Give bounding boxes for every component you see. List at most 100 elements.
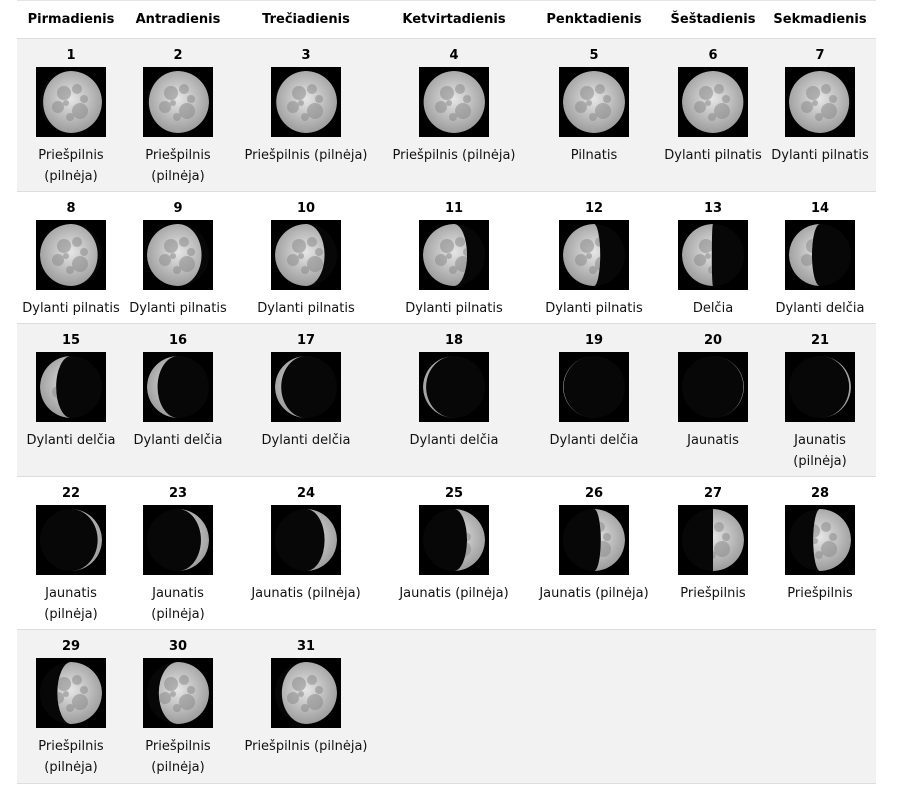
day-number: 13: [703, 201, 723, 216]
phase-label: Jaunatis (pilnėja): [793, 433, 847, 469]
day-cell: 22 Jaunatis (pilnėja): [17, 477, 125, 630]
moon-phase-image: [271, 352, 341, 422]
day-cell: 2 Priešpilnis (pilnėja): [124, 39, 232, 192]
moon-phase-image: [143, 220, 213, 290]
day-number: 29: [61, 639, 81, 654]
moon-phase-image: [559, 505, 629, 575]
day-cell: 6 Dylanti pilnatis: [661, 39, 765, 192]
day-cell: 19 Dylanti delčia: [527, 324, 661, 477]
weekday-header-row: Pirmadienis Antradienis Trečiadienis Ket…: [17, 0, 876, 39]
phase-label: Dylanti pilnatis: [129, 301, 227, 316]
moon-phase-image: [678, 352, 748, 422]
moon-phase-image: [36, 67, 106, 137]
weekday-header-tue: Antradienis: [135, 12, 221, 27]
day-cell: 30 Priešpilnis (pilnėja): [124, 630, 232, 783]
day-number: 16: [168, 333, 188, 348]
phase-label: Dylanti delčia: [409, 433, 499, 448]
day-number: 8: [66, 201, 76, 216]
day-number: 15: [61, 333, 81, 348]
moon-phase-image: [271, 67, 341, 137]
moon-phase-image: [36, 658, 106, 728]
day-cell: 18 Dylanti delčia: [381, 324, 527, 477]
day-number: 23: [168, 486, 188, 501]
phase-label: Priešpilnis (pilnėja): [244, 739, 368, 754]
day-cell: 31 Priešpilnis (pilnėja): [231, 630, 381, 783]
phase-label: Priešpilnis (pilnėja): [38, 148, 104, 184]
day-cell: 12 Dylanti pilnatis: [527, 192, 661, 324]
moon-phase-image: [559, 220, 629, 290]
phase-label: Dylanti pilnatis: [545, 301, 643, 316]
phase-label: Jaunatis (pilnėja): [539, 586, 649, 601]
day-number: 5: [589, 48, 599, 63]
moon-phase-image: [143, 658, 213, 728]
day-number: 24: [296, 486, 316, 501]
moon-phase-image: [678, 505, 748, 575]
day-number: 28: [810, 486, 830, 501]
moon-phase-image: [143, 505, 213, 575]
phase-label: Delčia: [692, 301, 734, 316]
moon-phase-image: [143, 352, 213, 422]
moon-phase-image: [419, 67, 489, 137]
day-cell: 7 Dylanti pilnatis: [766, 39, 874, 192]
weekday-header-sun: Sekmadienis: [773, 12, 867, 27]
calendar-week-row: 29 Priešpilnis (pilnėja) 30 Priešpilnis (pi…: [17, 629, 876, 784]
moon-phase-image: [559, 67, 629, 137]
phase-label: Dylanti pilnatis: [771, 148, 869, 163]
day-cell: 29 Priešpilnis (pilnėja): [17, 630, 125, 783]
day-number: 20: [703, 333, 723, 348]
phase-label: Jaunatis (pilnėja): [251, 586, 361, 601]
day-number: 10: [296, 201, 316, 216]
moon-phase-image: [785, 352, 855, 422]
day-number: 4: [449, 48, 459, 63]
moon-phase-image: [271, 220, 341, 290]
moon-phase-image: [36, 220, 106, 290]
calendar-week-row: 8 Dylanti pilnatis 9 Dylanti pilnatis 10 Dyla…: [17, 191, 876, 324]
day-number: 7: [815, 48, 825, 63]
day-cell: 5 Pilnatis: [527, 39, 661, 192]
phase-label: Priešpilnis (pilnėja): [145, 739, 211, 775]
day-number: 18: [444, 333, 464, 348]
day-cell: 16 Dylanti delčia: [124, 324, 232, 477]
day-cell: 14 Dylanti delčia: [766, 192, 874, 324]
moon-phase-image: [419, 505, 489, 575]
day-cell: 15 Dylanti delčia: [17, 324, 125, 477]
day-cell: 24 Jaunatis (pilnėja): [231, 477, 381, 630]
phase-label: Dylanti delčia: [133, 433, 223, 448]
phase-label: Priešpilnis: [680, 586, 746, 601]
moon-phase-image: [559, 352, 629, 422]
day-cell: 27 Priešpilnis: [661, 477, 765, 630]
day-cell: 9 Dylanti pilnatis: [124, 192, 232, 324]
moon-phase-image: [271, 658, 341, 728]
moon-phase-image: [785, 67, 855, 137]
day-cell: 10 Dylanti pilnatis: [231, 192, 381, 324]
day-number: 12: [584, 201, 604, 216]
phase-label: Dylanti pilnatis: [405, 301, 503, 316]
day-cell: 8 Dylanti pilnatis: [17, 192, 125, 324]
day-cell: 26 Jaunatis (pilnėja): [527, 477, 661, 630]
phase-label: Dylanti pilnatis: [22, 301, 120, 316]
phase-label: Priešpilnis (pilnėja): [38, 739, 104, 775]
moon-phase-image: [36, 352, 106, 422]
moon-phase-image: [36, 505, 106, 575]
moon-phase-image: [678, 67, 748, 137]
phase-label: Jaunatis (pilnėja): [44, 586, 98, 622]
day-number: 21: [810, 333, 830, 348]
weekday-header-fri: Penktadienis: [546, 12, 642, 27]
weekday-header-wed: Trečiadienis: [262, 12, 350, 27]
phase-label: Dylanti delčia: [26, 433, 116, 448]
moon-phase-image: [785, 220, 855, 290]
weekday-header-sat: Šeštadienis: [670, 12, 756, 27]
day-number: 2: [173, 48, 183, 63]
day-number: 31: [296, 639, 316, 654]
day-cell: 20 Jaunatis: [661, 324, 765, 477]
day-number: 22: [61, 486, 81, 501]
day-number: 19: [584, 333, 604, 348]
day-cell: 1 Priešpilnis (pilnėja): [17, 39, 125, 192]
weekday-header-mon: Pirmadienis: [27, 12, 115, 27]
day-cell: 23 Jaunatis (pilnėja): [124, 477, 232, 630]
day-cell: 13 Delčia: [661, 192, 765, 324]
phase-label: Priešpilnis: [787, 586, 853, 601]
weekday-header-thu: Ketvirtadienis: [402, 12, 506, 27]
day-number: 11: [444, 201, 464, 216]
phase-label: Priešpilnis (pilnėja): [392, 148, 516, 163]
